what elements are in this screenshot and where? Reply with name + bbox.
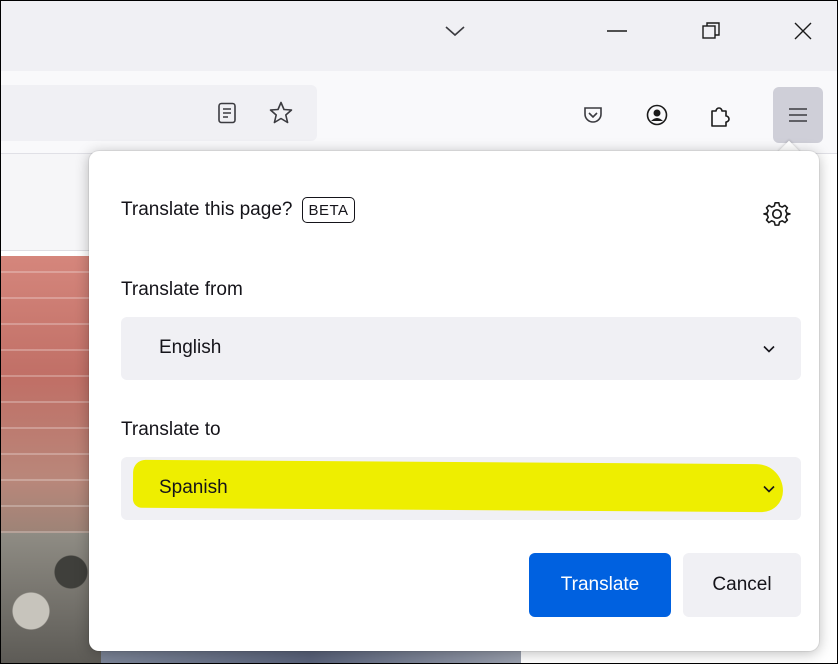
translation-settings-button[interactable] — [759, 196, 795, 232]
bookmark-star-icon — [269, 101, 293, 124]
beta-badge: BETA — [302, 197, 355, 223]
chevron-down-icon — [445, 26, 465, 37]
translate-to-label: Translate to — [121, 419, 221, 440]
chevron-down-icon — [763, 345, 775, 353]
chevron-down-icon — [763, 485, 775, 493]
cancel-button[interactable]: Cancel — [683, 553, 801, 617]
page-header-strip — [1, 154, 101, 251]
translate-button[interactable]: Translate — [529, 553, 671, 617]
list-all-tabs-button[interactable] — [433, 9, 477, 53]
restore-icon — [702, 22, 720, 39]
pocket-button[interactable] — [573, 95, 613, 135]
close-window-button[interactable] — [781, 9, 825, 53]
translate-to-value: Spanish — [159, 477, 228, 498]
url-bar[interactable] — [1, 85, 317, 141]
account-button[interactable] — [637, 95, 677, 135]
translate-from-select[interactable]: English — [121, 317, 801, 380]
restore-button[interactable] — [689, 9, 733, 53]
translate-from-value: English — [159, 337, 222, 358]
extensions-button[interactable] — [701, 95, 741, 135]
application-menu-button[interactable] — [773, 87, 823, 143]
yellow-highlight-annotation — [132, 459, 784, 513]
page-photo-lower — [1, 533, 101, 663]
reader-view-button[interactable] — [207, 93, 247, 133]
hamburger-menu-icon — [789, 108, 807, 122]
browser-window: Translate this page? BETA Translate from… — [0, 0, 838, 664]
panel-title: Translate this page? — [121, 199, 293, 220]
extensions-icon — [711, 107, 730, 127]
translate-from-label: Translate from — [121, 279, 243, 300]
gear-icon — [763, 201, 791, 226]
translation-panel: Translate this page? BETA Translate from… — [89, 151, 819, 651]
reader-view-icon — [218, 102, 236, 124]
bookmark-button[interactable] — [261, 93, 301, 133]
navigation-toolbar — [1, 71, 837, 154]
close-icon — [794, 22, 812, 40]
page-photo — [1, 256, 101, 663]
pocket-icon — [584, 107, 602, 123]
translate-to-select[interactable]: Spanish — [121, 457, 801, 520]
minimize-icon — [607, 30, 627, 32]
minimize-button[interactable] — [595, 9, 639, 53]
title-bar — [1, 1, 837, 71]
account-icon — [646, 104, 668, 126]
panel-header: Translate this page? BETA — [121, 197, 355, 223]
